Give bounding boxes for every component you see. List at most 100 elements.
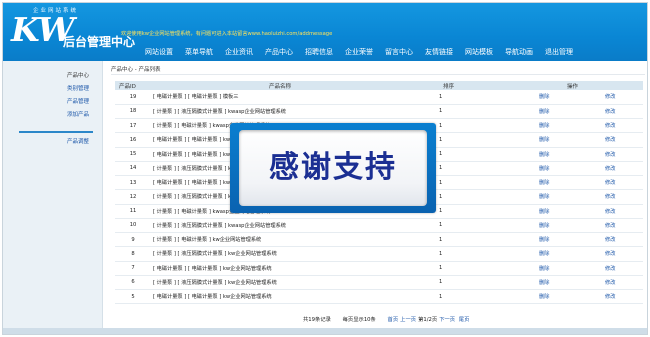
edit-link[interactable]: 修改 xyxy=(603,246,644,262)
delete-link[interactable]: 删除 xyxy=(537,246,603,262)
cell-sort: 1 xyxy=(439,204,537,219)
cell-id: 14 xyxy=(115,161,149,177)
nav-item-links[interactable]: 友情链接 xyxy=(419,47,459,57)
column-header-actions: 操作 xyxy=(537,81,644,90)
cell-id: 12 xyxy=(115,189,149,205)
delete-link[interactable]: 删除 xyxy=(537,104,603,120)
table-row: 8[ 计量泵 ] [ 液压隔膜式计量泵 ] kw企业网站管理系统 1 删除 修改 xyxy=(115,246,644,262)
column-header-sort: 排序 xyxy=(439,81,537,90)
edit-link[interactable]: 修改 xyxy=(603,104,644,120)
delete-link[interactable]: 删除 xyxy=(537,289,603,305)
delete-link[interactable]: 删除 xyxy=(537,189,603,205)
thanks-overlay: 感谢支持 xyxy=(230,123,436,213)
delete-link[interactable]: 删除 xyxy=(537,218,603,234)
cell-name: [ 计量泵 ] [ 液压隔膜式计量泵 ] kw企业网站管理系统 xyxy=(149,275,439,291)
pagination-last[interactable]: 尾页 xyxy=(459,317,470,323)
sidebar-title: 产品中心 xyxy=(67,73,90,79)
cell-id: 15 xyxy=(115,147,149,162)
cell-sort: 1 xyxy=(439,175,537,191)
delete-link[interactable]: 删除 xyxy=(537,175,603,191)
edit-link[interactable]: 修改 xyxy=(603,261,644,276)
welcome-message: 欢迎使用kw企业网站管理系统，有问题可进入本站留言www.haoluizhi.c… xyxy=(121,31,333,37)
pagination-per-page: 每页显示10条 xyxy=(342,317,376,323)
cell-sort: 1 xyxy=(439,161,537,177)
edit-link[interactable]: 修改 xyxy=(603,132,644,148)
thanks-overlay-panel: 感谢支持 xyxy=(239,130,427,206)
table-row: 18[ 计量泵 ] [ 液压隔膜式计量泵 ] kwasp企业网站管理系统 1 删除修… xyxy=(115,104,644,120)
column-header-id: 产品ID xyxy=(115,81,149,90)
edit-link[interactable]: 修改 xyxy=(603,218,644,234)
sidebar-divider xyxy=(19,131,93,133)
table-row: 5[ 电磁计量泵 ] [ 电磁计量泵 ] kw企业网站管理系统 1 删除 修改 xyxy=(115,289,644,305)
edit-link[interactable]: 修改 xyxy=(603,232,644,248)
edit-link[interactable]: 修改 xyxy=(603,161,644,177)
app-frame: 企业网站系统 KW 后台管理中心 欢迎使用kw企业网站管理系统，有问题可进入本站… xyxy=(2,2,648,335)
cell-sort: 1 xyxy=(439,261,537,276)
nav-item-jobs[interactable]: 招聘信息 xyxy=(299,47,339,57)
nav-item-news[interactable]: 企业资讯 xyxy=(219,47,259,57)
nav-item-templates[interactable]: 网站模板 xyxy=(459,47,499,57)
delete-link[interactable]: 删除 xyxy=(537,147,603,162)
cell-id: 6 xyxy=(115,275,149,291)
table-row: 19[ 电磁计量泵 ] [ 电磁计量泵 ] 模板三 1 删除 修改 xyxy=(115,90,644,105)
column-header-name: 产品名称 xyxy=(149,81,439,90)
cell-id: 8 xyxy=(115,246,149,262)
delete-link[interactable]: 删除 xyxy=(537,161,603,177)
delete-link[interactable]: 删除 xyxy=(537,204,603,219)
cell-name: [ 计量泵 ] [ 液压隔膜式计量泵 ] kwasp企业网站管理系统 xyxy=(149,218,439,234)
sidebar-item-product-manage[interactable]: 产品管理 xyxy=(67,97,89,105)
cell-sort: 1 xyxy=(439,104,537,120)
nav-item-menu[interactable]: 菜单导航 xyxy=(179,47,219,57)
cell-sort: 1 xyxy=(439,246,537,262)
nav-item-products[interactable]: 产品中心 xyxy=(259,47,299,57)
cell-sort: 1 xyxy=(439,90,537,105)
cell-id: 16 xyxy=(115,132,149,148)
nav-item-animation[interactable]: 导航动画 xyxy=(499,47,539,57)
sidebar: 产品中心 类别管理 产品管理 添加产品 产品调整 xyxy=(3,61,103,328)
pagination-next[interactable]: 下一页 xyxy=(439,317,455,323)
cell-name: [ 计量泵 ] [ 液压隔膜式计量泵 ] kwasp企业网站管理系统 xyxy=(149,104,439,120)
cell-name: [ 计量泵 ] [ 电磁计量泵 ] kw企业网站管理系统 xyxy=(149,232,439,248)
nav-item-honors[interactable]: 企业荣誉 xyxy=(339,47,379,57)
edit-link[interactable]: 修改 xyxy=(603,118,644,134)
cell-name: [ 电磁计量泵 ] [ 电磁计量泵 ] 模板三 xyxy=(149,90,439,105)
edit-link[interactable]: 修改 xyxy=(603,289,644,305)
cell-sort: 1 xyxy=(439,232,537,248)
pagination-prev[interactable]: 上一页 xyxy=(400,317,416,323)
table-row: 7[ 电磁计量泵 ] [ 电磁计量泵 ] kw企业网站管理系统 1 删除 修改 xyxy=(115,261,644,276)
delete-link[interactable]: 删除 xyxy=(537,261,603,276)
edit-link[interactable]: 修改 xyxy=(603,147,644,162)
cell-id: 13 xyxy=(115,175,149,191)
edit-link[interactable]: 修改 xyxy=(603,275,644,291)
delete-link[interactable]: 删除 xyxy=(537,118,603,134)
edit-link[interactable]: 修改 xyxy=(603,204,644,219)
sidebar-item-product-adjust[interactable]: 产品调整 xyxy=(67,137,89,145)
delete-link[interactable]: 删除 xyxy=(537,275,603,291)
cell-id: 7 xyxy=(115,261,149,276)
sidebar-item-add-product[interactable]: 添加产品 xyxy=(67,110,89,118)
cell-id: 11 xyxy=(115,204,149,219)
delete-link[interactable]: 删除 xyxy=(537,132,603,148)
edit-link[interactable]: 修改 xyxy=(603,90,644,105)
nav-item-site-settings[interactable]: 网站设置 xyxy=(139,47,179,57)
thanks-overlay-text: 感谢支持 xyxy=(269,150,397,185)
edit-link[interactable]: 修改 xyxy=(603,175,644,191)
cell-sort: 1 xyxy=(439,147,537,162)
cell-sort: 1 xyxy=(439,189,537,205)
pagination: 共19条记录 每页显示10条 首页 上一页 第1/2页 下一页 尾页 xyxy=(303,315,471,323)
header: 企业网站系统 KW 后台管理中心 欢迎使用kw企业网站管理系统，有问题可进入本站… xyxy=(3,3,647,61)
cell-id: 19 xyxy=(115,90,149,105)
cell-sort: 1 xyxy=(439,132,537,148)
delete-link[interactable]: 删除 xyxy=(537,90,603,105)
delete-link[interactable]: 删除 xyxy=(537,232,603,248)
nav-item-messages[interactable]: 留言中心 xyxy=(379,47,419,57)
cell-name: [ 计量泵 ] [ 液压隔膜式计量泵 ] kw企业网站管理系统 xyxy=(149,246,439,262)
edit-link[interactable]: 修改 xyxy=(603,189,644,205)
pagination-first[interactable]: 首页 xyxy=(388,317,399,323)
table-header-row: 产品ID 产品名称 排序 操作 xyxy=(115,81,644,90)
pagination-total: 共19条记录 xyxy=(303,317,331,323)
nav-item-logout[interactable]: 退出管理 xyxy=(539,47,579,57)
pagination-current: 第1/2页 xyxy=(418,317,438,323)
cell-id: 18 xyxy=(115,104,149,120)
sidebar-item-category[interactable]: 类别管理 xyxy=(67,84,89,92)
